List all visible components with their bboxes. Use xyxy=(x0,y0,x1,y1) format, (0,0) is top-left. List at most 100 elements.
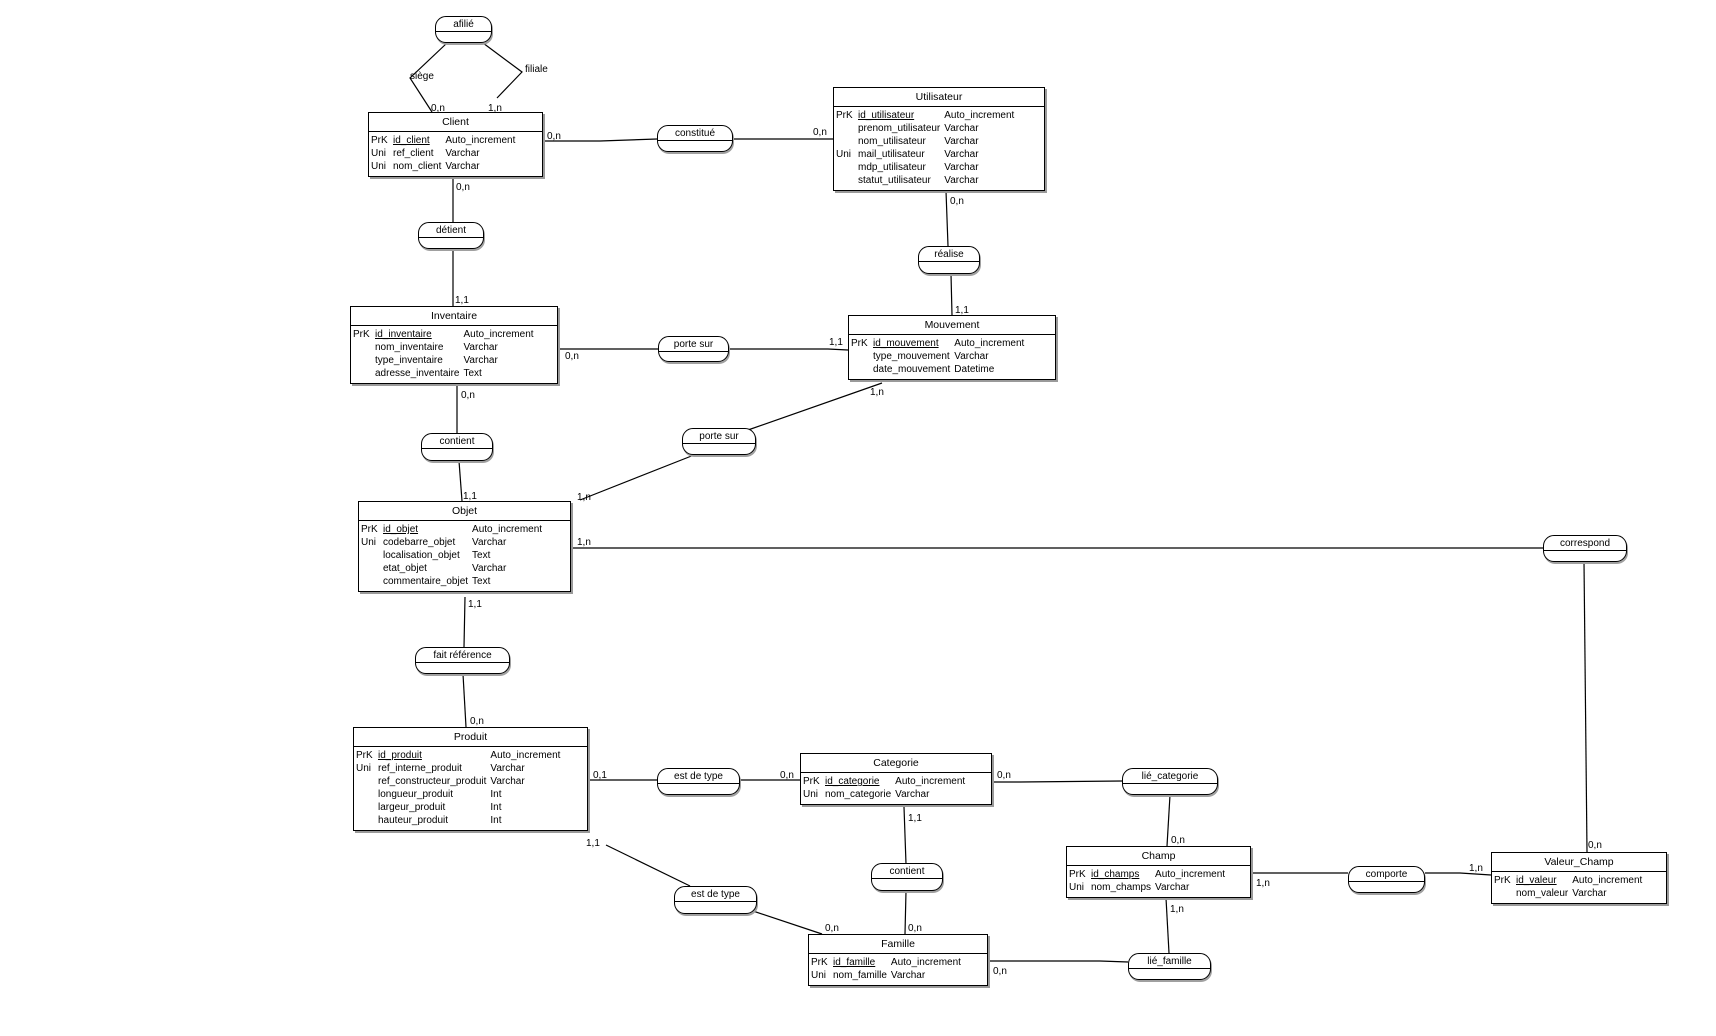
attribute-name-text: ref_client xyxy=(393,148,434,159)
cardinality: 0,n xyxy=(993,966,1007,977)
entity-famille[interactable]: Famille PrK id_famille Auto_increment Uni no… xyxy=(808,934,988,986)
key-marker: PrK xyxy=(851,338,868,349)
attribute-row: PrK id_champs Auto_increment xyxy=(1069,868,1229,881)
relationship-name: détient xyxy=(419,223,483,238)
relationship-est-de-type-2[interactable]: est de type xyxy=(674,886,757,914)
attribute-type: Varchar xyxy=(463,355,498,366)
link-porte-sur-1-mouvement xyxy=(729,348,849,351)
key-marker xyxy=(361,549,383,562)
key-marker xyxy=(1494,887,1516,900)
attribute-name: etat_objet xyxy=(383,562,472,575)
attribute-name: mail_utilisateur xyxy=(858,148,944,161)
primary-key-attribute: id_inventaire xyxy=(375,328,464,341)
relationship-fait-reference[interactable]: fait référence xyxy=(415,647,510,674)
attribute-name: commentaire_objet xyxy=(383,575,472,588)
key-marker: PrK xyxy=(353,329,370,340)
attribute-name-text: nom_valeur xyxy=(1516,888,1569,899)
relationship-porte-sur-1[interactable]: porte sur xyxy=(658,336,729,362)
attribute-type: Varchar xyxy=(1572,888,1607,899)
relationship-realise[interactable]: réalise xyxy=(918,246,980,274)
entity-client[interactable]: Client PrK id_client Auto_increment Uni ref_… xyxy=(368,112,543,177)
relationship-constitue[interactable]: constitué xyxy=(657,125,733,152)
link-fait-reference-produit xyxy=(462,673,467,728)
entity-valeur-champ[interactable]: Valeur_Champ PrK id_valeur Auto_increment n… xyxy=(1491,852,1667,904)
entity-champ[interactable]: Champ PrK id_champs Auto_increment Uni nom_c… xyxy=(1066,846,1251,898)
link-contient-2-famille xyxy=(904,890,907,935)
attribute-name: localisation_objet xyxy=(383,549,472,562)
relationship-afilie[interactable]: afilié xyxy=(435,16,492,43)
attribute-type: Auto_increment xyxy=(472,524,543,535)
attribute-name-text: id_produit xyxy=(378,750,422,761)
attribute-type: Varchar xyxy=(895,789,930,800)
attribute-type: Varchar xyxy=(944,123,979,134)
relationship-correspond[interactable]: correspond xyxy=(1543,535,1627,562)
attribute-row: PrK id_objet Auto_increment xyxy=(361,523,546,536)
attribute-type: Auto_increment xyxy=(490,750,561,761)
attribute-row: statut_utilisateur Varchar xyxy=(836,174,1018,187)
attribute-name: nom_famille xyxy=(833,969,891,982)
relationship-detient[interactable]: détient xyxy=(418,222,484,249)
entity-title: Client xyxy=(369,113,542,132)
attribute-type: Int xyxy=(490,789,502,800)
entity-produit[interactable]: Produit PrK id_produit Auto_increment Uni re… xyxy=(353,727,588,831)
entity-inventaire[interactable]: Inventaire PrK id_inventaire Auto_incremen… xyxy=(350,306,558,384)
attribute-list: PrK id_categorie Auto_increment Uni nom_cate… xyxy=(803,775,969,801)
relationship-name: fait référence xyxy=(416,648,509,663)
cardinality: 1,n xyxy=(1469,863,1483,874)
attribute-name-text: id_famille xyxy=(833,957,876,968)
attribute-list: PrK id_utilisateur Auto_increment prenom_ut… xyxy=(836,109,1018,187)
link-contient-1-objet xyxy=(458,460,463,502)
link-est-de-type-2-produit xyxy=(605,844,691,887)
attribute-type: Varchar xyxy=(954,351,989,362)
attribute-type: Auto_increment xyxy=(1572,875,1643,886)
attribute-name: nom_champs xyxy=(1091,881,1155,894)
key-marker xyxy=(353,354,375,367)
attribute-name: ref_client xyxy=(393,147,445,160)
attribute-name-text: commentaire_objet xyxy=(383,576,469,587)
attribute-name-text: nom_client xyxy=(393,161,442,172)
attribute-name-text: longueur_produit xyxy=(378,789,454,800)
attribute-type: Varchar xyxy=(472,563,507,574)
relationship-name: est de type xyxy=(675,887,756,902)
attribute-name: type_inventaire xyxy=(375,354,464,367)
link-est-de-type-2-famille xyxy=(749,909,823,935)
relationship-contient-1[interactable]: contient xyxy=(421,433,493,461)
relationship-porte-sur-2[interactable]: porte sur xyxy=(682,428,756,455)
attribute-name-text: codebarre_objet xyxy=(383,537,456,548)
attribute-row: nom_valeur Varchar xyxy=(1494,887,1646,900)
entity-mouvement[interactable]: Mouvement PrK id_mouvement Auto_increment t… xyxy=(848,315,1056,380)
link-contient-2-categorie xyxy=(903,806,907,865)
entity-categorie[interactable]: Categorie PrK id_categorie Auto_increment U… xyxy=(800,753,992,805)
relationship-lie-categorie[interactable]: lié_categorie xyxy=(1122,768,1218,795)
attribute-row: largeur_produit Int xyxy=(356,801,564,814)
cardinality: 0,n xyxy=(547,131,561,142)
link-correspond-valeur xyxy=(1583,561,1588,853)
relationship-est-de-type-1[interactable]: est de type xyxy=(657,768,740,795)
relationship-name: porte sur xyxy=(683,429,755,444)
attribute-name: statut_utilisateur xyxy=(858,174,944,187)
attribute-name: longueur_produit xyxy=(378,788,490,801)
attribute-type: Varchar xyxy=(463,342,498,353)
relationship-contient-2[interactable]: contient xyxy=(871,863,943,891)
key-marker: PrK xyxy=(1069,869,1086,880)
key-marker xyxy=(836,135,858,148)
cardinality: 0,n xyxy=(1171,835,1185,846)
cardinality: 0,n xyxy=(997,770,1011,781)
attribute-list: PrK id_inventaire Auto_increment nom_invent… xyxy=(353,328,538,380)
attribute-type: Auto_increment xyxy=(445,135,516,146)
entity-utilisateur[interactable]: Utilisateur PrK id_utilisateur Auto_increm… xyxy=(833,87,1045,191)
cardinality: 1,n xyxy=(870,387,884,398)
key-marker xyxy=(836,122,858,135)
attribute-type: Auto_increment xyxy=(463,329,534,340)
attribute-row: PrK id_client Auto_increment xyxy=(371,134,519,147)
attribute-name-text: id_mouvement xyxy=(873,338,939,349)
entity-objet[interactable]: Objet PrK id_objet Auto_increment Uni codeba… xyxy=(358,501,571,592)
key-marker xyxy=(851,363,873,376)
relationship-comporte[interactable]: comporte xyxy=(1348,866,1425,893)
attribute-row: type_mouvement Varchar xyxy=(851,350,1028,363)
attribute-row: localisation_objet Text xyxy=(361,549,546,562)
primary-key-attribute: id_utilisateur xyxy=(858,109,944,122)
attribute-row: date_mouvement Datetime xyxy=(851,363,1028,376)
attribute-row: PrK id_valeur Auto_increment xyxy=(1494,874,1646,887)
relationship-lie-famille[interactable]: lié_famille xyxy=(1128,953,1211,980)
